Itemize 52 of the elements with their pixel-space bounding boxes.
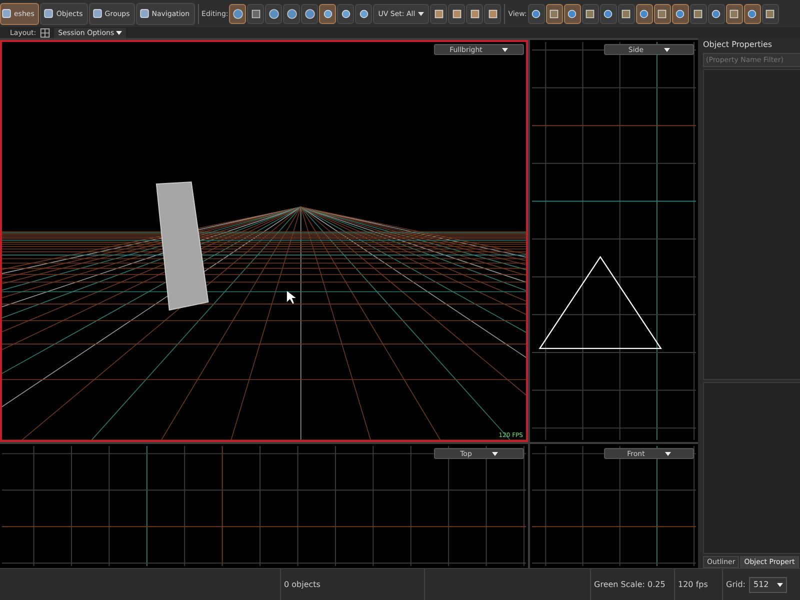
view-toggle-button[interactable]	[654, 4, 671, 24]
sphere-icon	[530, 8, 542, 20]
sphere-icon	[746, 8, 758, 20]
editing-tool-button[interactable]	[229, 4, 246, 24]
view-toggle-button[interactable]	[600, 4, 617, 24]
panel-title: Object Properties	[703, 39, 774, 51]
toolbar-button[interactable]	[430, 4, 448, 24]
status-objects: 0 objects	[280, 569, 424, 600]
view-toggle-button[interactable]	[762, 4, 779, 24]
mouse-cursor-icon	[286, 291, 296, 304]
status-scale-reading: Green Scale: 0.25	[590, 569, 674, 600]
sphere-icon	[674, 8, 686, 20]
sphere-icon	[710, 8, 722, 20]
caret-icon	[418, 12, 424, 16]
sphere-icon	[638, 8, 650, 20]
editing-tool-button[interactable]	[265, 4, 282, 24]
view-toggle-button[interactable]	[636, 4, 653, 24]
view-toggle-button[interactable]	[582, 4, 599, 24]
view-toggle-button[interactable]	[546, 4, 563, 24]
sphere-icon	[322, 8, 334, 20]
sphere-icon	[602, 8, 614, 20]
caret-icon	[492, 452, 498, 456]
view-toggle-button[interactable]	[528, 4, 545, 24]
sphere-icon	[232, 8, 244, 20]
view-toggle-button[interactable]	[564, 4, 581, 24]
view-toggle-button[interactable]	[618, 4, 635, 24]
view-toggle-button[interactable]	[690, 4, 707, 24]
selection-tool-button[interactable]	[355, 4, 372, 24]
grid-label: Grid:	[722, 569, 746, 600]
sphere-icon	[340, 8, 352, 20]
view-toggle-button[interactable]	[672, 4, 689, 24]
view-toggle-button[interactable]	[708, 4, 725, 24]
editing-tool-button[interactable]	[301, 4, 318, 24]
caret-icon	[502, 48, 508, 52]
toolbar-button[interactable]	[466, 4, 484, 24]
selection-tool-button[interactable]	[337, 4, 354, 24]
caret-icon	[664, 48, 670, 52]
editing-tool-button[interactable]	[247, 4, 264, 24]
editing-tool-button[interactable]	[283, 4, 300, 24]
view-toggle-button[interactable]	[726, 4, 743, 24]
toolbar-button[interactable]	[448, 4, 466, 24]
view-toggle-button[interactable]	[744, 4, 761, 24]
sphere-icon	[304, 8, 316, 20]
grid-size-dropdown[interactable]: 512	[749, 576, 788, 592]
status-fps: 120 fps	[674, 569, 718, 600]
caret-icon	[777, 582, 784, 586]
selection-tool-button[interactable]	[319, 4, 336, 24]
sphere-icon	[358, 8, 370, 20]
layout-grid-icon[interactable]	[40, 28, 50, 38]
toolbar-button[interactable]	[484, 4, 502, 24]
sphere-icon	[566, 8, 578, 20]
caret-icon	[664, 452, 671, 456]
